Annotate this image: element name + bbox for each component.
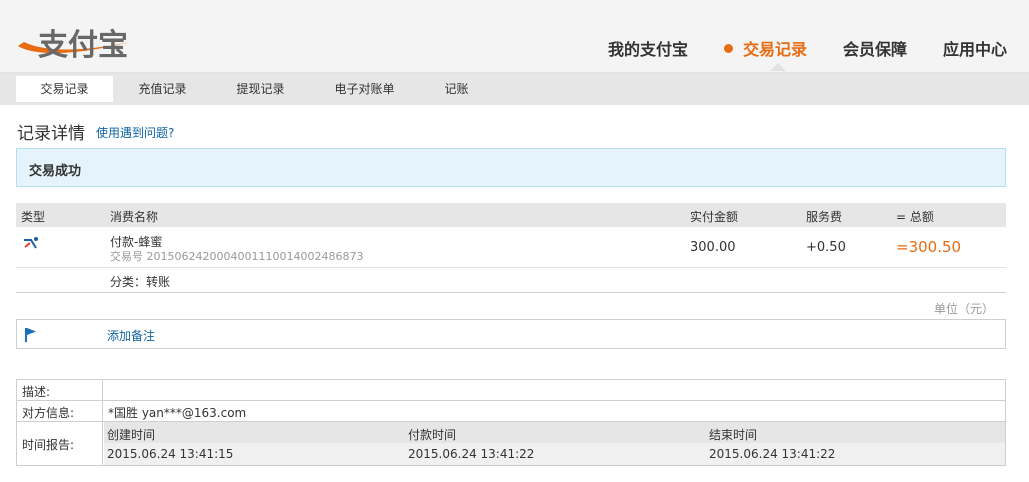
nav-transactions[interactable]: 交易记录 [723, 36, 807, 71]
page-title: 记录详情 [17, 124, 85, 144]
nav-member-protection[interactable]: 会员保障 [843, 36, 907, 60]
active-dot-icon [723, 43, 733, 53]
end-time-header: 结束时间 [709, 428, 758, 442]
unit-label: 单位（元） [933, 302, 994, 316]
add-remark-link[interactable]: 添加备注 [107, 327, 155, 344]
party-value: *国胜 yan***@163.com [108, 406, 247, 420]
col-paid: 实付金额 [690, 210, 739, 224]
desc-label: 描述: [22, 385, 51, 399]
transfer-icon [24, 237, 38, 249]
caret-up-icon [769, 63, 786, 71]
col-fee: 服务费 [806, 210, 843, 224]
nav-my-alipay[interactable]: 我的支付宝 [608, 36, 688, 60]
paid-time-header: 付款时间 [408, 428, 457, 442]
party-label: 对方信息: [22, 406, 75, 420]
remark-box: 添加备注 [16, 319, 1006, 349]
category-text: 分类：转账 [110, 275, 171, 289]
info-table: 描述: 对方信息: *国胜 yan***@163.com 时间报告: 创建时间 … [16, 379, 1006, 466]
header: 支付宝 我的支付宝 交易记录 会员保障 应用中心 [0, 0, 1029, 73]
end-time: 2015.06.24 13:41:22 [709, 447, 836, 461]
logo-text: 支付宝 [38, 28, 128, 63]
table-row: 付款-蜂蜜 交易号 201506242000400111001400248687… [16, 227, 1006, 268]
trade-number: 交易号 2015062420004001110014002486873 [110, 250, 364, 263]
created-time: 2015.06.24 13:41:15 [107, 447, 234, 461]
subnav-withdraw[interactable]: 提现记录 [212, 76, 309, 102]
help-link[interactable]: 使用遇到问题? [96, 124, 174, 141]
nav-app-center[interactable]: 应用中心 [943, 36, 1007, 60]
top-nav: 我的支付宝 交易记录 会员保障 应用中心 [572, 36, 1007, 71]
status-text: 交易成功 [29, 164, 82, 179]
subnav-bookkeeping[interactable]: 记账 [408, 76, 505, 102]
sub-nav: 交易记录 充值记录 提现记录 电子对账单 记账 [0, 73, 1029, 105]
nav-label: 我的支付宝 [607, 40, 688, 59]
col-total: = 总额 [896, 210, 934, 224]
nav-label: 会员保障 [842, 40, 907, 59]
row-divider [17, 400, 1005, 401]
paid-amount: 300.00 [690, 240, 736, 255]
paid-time: 2015.06.24 13:41:22 [408, 447, 535, 461]
detail-table-header: 类型 消费名称 实付金额 服务费 = 总额 [16, 203, 1006, 227]
col-type: 类型 [21, 210, 46, 224]
alipay-logo[interactable]: 支付宝 [14, 12, 132, 63]
total-amount: =300.50 [896, 238, 962, 256]
col-name: 消费名称 [110, 210, 159, 224]
time-label: 时间报告: [22, 438, 75, 452]
time-header-row: 创建时间 付款时间 结束时间 [104, 422, 1005, 443]
flag-icon [25, 328, 36, 342]
nav-label: 交易记录 [742, 40, 807, 59]
status-banner: 交易成功 [16, 148, 1006, 187]
subnav-transactions[interactable]: 交易记录 [16, 76, 113, 102]
time-value-row: 2015.06.24 13:41:15 2015.06.24 13:41:22 … [104, 443, 1005, 465]
service-fee: +0.50 [806, 240, 846, 255]
subnav-recharge[interactable]: 充值记录 [114, 76, 211, 102]
subnav-statement[interactable]: 电子对账单 [316, 76, 413, 102]
category-row: 分类：转账 [16, 268, 1006, 293]
nav-label: 应用中心 [942, 40, 1007, 59]
created-time-header: 创建时间 [107, 428, 156, 442]
